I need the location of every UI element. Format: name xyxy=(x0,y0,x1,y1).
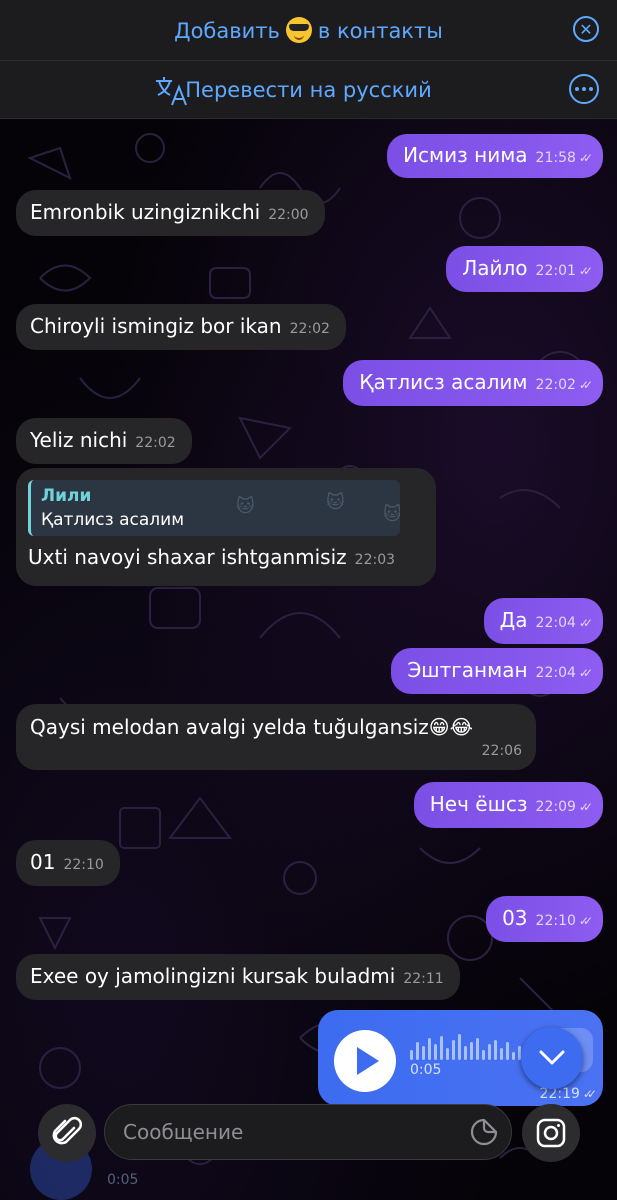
message-text: Да xyxy=(499,608,528,632)
play-button[interactable] xyxy=(334,1030,396,1092)
chevron-down-icon xyxy=(539,1050,565,1065)
translate-banner[interactable]: Перевести на русский xyxy=(0,61,617,119)
double-check-icon: ✓✓ xyxy=(578,264,593,278)
message-text: Yeliz nichi xyxy=(30,428,128,452)
message-text: Uxti navoyi shaxar ishtganmisiz xyxy=(28,545,347,569)
add-contact-text-before: Добавить xyxy=(174,19,280,43)
message-time: 22:06 xyxy=(481,743,522,759)
message-text: 03 xyxy=(502,906,528,930)
message-time: 22:04 xyxy=(535,615,576,631)
message-bubble[interactable]: Лайло 22:01 ✓✓ xyxy=(446,246,603,292)
more-icon[interactable] xyxy=(569,74,599,104)
close-circle-icon[interactable]: ✕ xyxy=(573,16,599,42)
message-time: 22:02 xyxy=(535,377,576,393)
message-input[interactable] xyxy=(104,1104,512,1160)
message-time: 22:02 xyxy=(135,435,176,451)
sticker-icon[interactable] xyxy=(470,1118,498,1146)
message-bubble[interactable]: Эштганман 22:04 ✓✓ xyxy=(391,648,603,694)
message-bubble[interactable]: Qaysi melodan avalgi yelda tuğulgansiz😁😂… xyxy=(16,704,536,770)
message-text: Эштганман xyxy=(407,658,528,682)
message-bubble[interactable]: Исмиз нима 21:58 ✓✓ xyxy=(387,134,603,178)
message-text: Qaysi melodan avalgi yelda tuğulgansiz😁😂 xyxy=(30,715,474,739)
double-check-icon: ✓✓ xyxy=(582,1087,597,1101)
message-time: 22:10 xyxy=(535,913,576,929)
paperclip-icon xyxy=(52,1116,82,1145)
translate-label[interactable]: Перевести на русский xyxy=(185,78,431,102)
message-text: 01 xyxy=(30,850,56,874)
double-check-icon: ✓✓ xyxy=(578,914,593,928)
message-text: Chiroyli ismingiz bor ikan xyxy=(30,314,282,338)
add-contact-label[interactable]: Добавить в контакты xyxy=(174,17,443,43)
message-bubble[interactable]: Chiroyli ismingiz bor ikan 22:02 xyxy=(16,304,346,350)
double-check-icon: ✓✓ xyxy=(578,378,593,392)
message-bubble[interactable]: Неч ёшсз 22:09 ✓✓ xyxy=(413,782,603,828)
voice-duration: 0:05 xyxy=(410,1062,442,1078)
message-bubble[interactable]: Exee oy jamolingizni kursak buladmi 22:11 xyxy=(16,954,460,1000)
message-time: 22:01 xyxy=(535,263,576,279)
message-time: 22:04 xyxy=(535,665,576,681)
message-time: 22:10 xyxy=(63,857,104,873)
message-time: 22:09 xyxy=(535,799,576,815)
message-time: 22:11 xyxy=(403,971,444,987)
reply-quote[interactable]: Лили Қатлисз асалим 🐱 🐱 🐱 xyxy=(28,480,400,536)
ghost-voice-duration: 0:05 xyxy=(107,1172,139,1188)
message-time: 21:58 xyxy=(535,150,576,166)
sunglasses-emoji-icon xyxy=(285,17,312,43)
message-time: 22:02 xyxy=(289,321,330,337)
message-bubble[interactable]: Да 22:04 ✓✓ xyxy=(483,598,603,644)
message-text: Неч ёшсз xyxy=(429,792,528,816)
cat-icon: 🐱 xyxy=(236,496,255,517)
message-bubble[interactable]: Қатлисз асалим 22:02 ✓✓ xyxy=(343,360,603,406)
double-check-icon: ✓✓ xyxy=(578,616,593,630)
attach-button[interactable] xyxy=(38,1104,96,1162)
message-bubble[interactable]: Yeliz nichi 22:02 xyxy=(16,418,192,464)
message-bubble[interactable]: Emronbik uzingiznikchi 22:00 xyxy=(16,190,325,236)
message-text: Исмиз нима xyxy=(403,143,528,167)
translate-icon xyxy=(156,77,187,106)
double-check-icon: ✓✓ xyxy=(578,151,593,165)
double-check-icon: ✓✓ xyxy=(578,666,593,680)
message-time: 22:00 xyxy=(268,207,309,223)
message-text: Exee oy jamolingizni kursak buladmi xyxy=(30,964,396,988)
message-time: 22:03 xyxy=(354,552,396,568)
message-text: Қатлисз асалим xyxy=(359,370,528,394)
message-bubble[interactable]: 01 22:10 xyxy=(16,840,120,886)
add-contact-banner[interactable]: Добавить в контакты ✕ xyxy=(0,0,617,61)
cat-icon: 🐱 xyxy=(326,492,345,513)
play-icon xyxy=(357,1047,379,1075)
scroll-down-button[interactable] xyxy=(521,1027,583,1089)
camera-button[interactable] xyxy=(522,1104,580,1162)
message-text: Лайло xyxy=(462,256,528,280)
message-bubble[interactable]: 03 22:10 ✓✓ xyxy=(486,896,603,942)
camera-icon xyxy=(536,1118,566,1148)
double-check-icon: ✓✓ xyxy=(578,800,593,814)
cat-icon: 🐱 xyxy=(383,504,400,525)
reply-message-bubble[interactable]: Лили Қатлисз асалим 🐱 🐱 🐱 Uxti navoyi sh… xyxy=(16,468,436,586)
add-contact-text-after: в контакты xyxy=(317,19,443,43)
message-text: Emronbik uzingiznikchi xyxy=(30,200,261,224)
